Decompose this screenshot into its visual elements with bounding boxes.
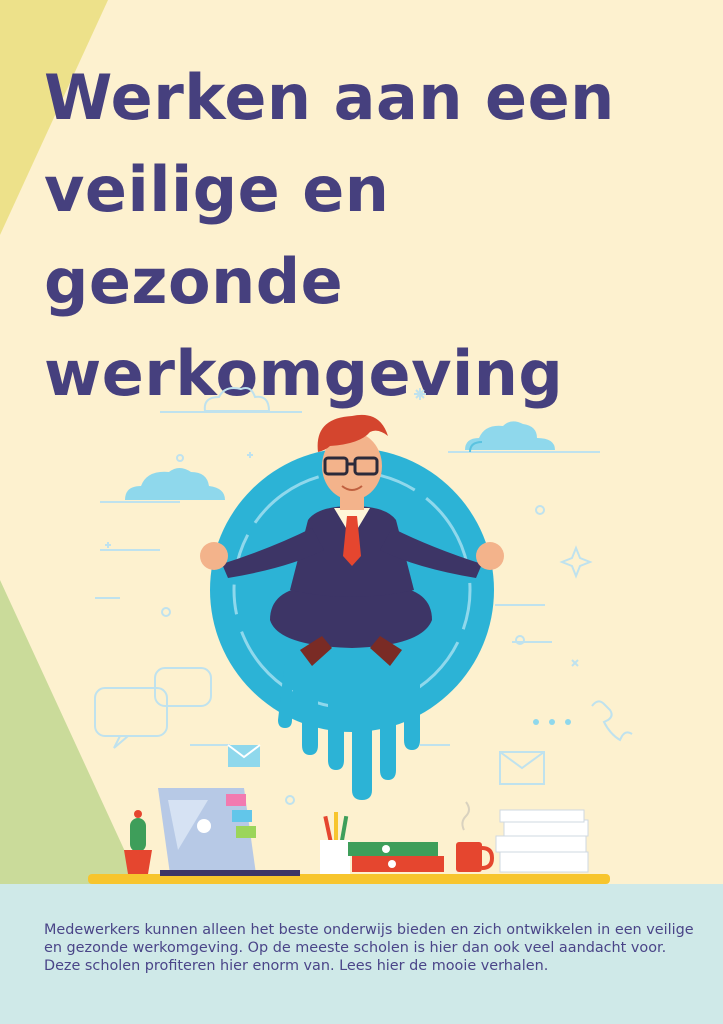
envelope-icon-right [499, 751, 545, 785]
title-line-1: Werken aan een [44, 61, 615, 134]
mug-icon [456, 801, 495, 872]
pencil-cup-icon [320, 812, 350, 874]
binders-icon [348, 842, 444, 872]
envelope-icon [227, 744, 261, 767]
title-line-3: gezonde [44, 245, 344, 318]
page-title: Werken aan een veilige en gezonde werkom… [44, 52, 615, 420]
cactus-icon [124, 810, 152, 874]
cloud-icon-right [465, 421, 555, 453]
meditation-illustration [88, 387, 633, 884]
cloud-icon [203, 387, 271, 412]
title-line-2: veilige en [44, 153, 390, 226]
phone-icon [533, 700, 633, 742]
intro-paragraph: Medewerkers kunnen alleen het beste onde… [44, 922, 694, 974]
chat-bubble-icon [94, 667, 212, 749]
laptop-icon [158, 788, 300, 876]
paper-stack-icon [495, 809, 589, 873]
cloud-icon-left [125, 468, 225, 500]
